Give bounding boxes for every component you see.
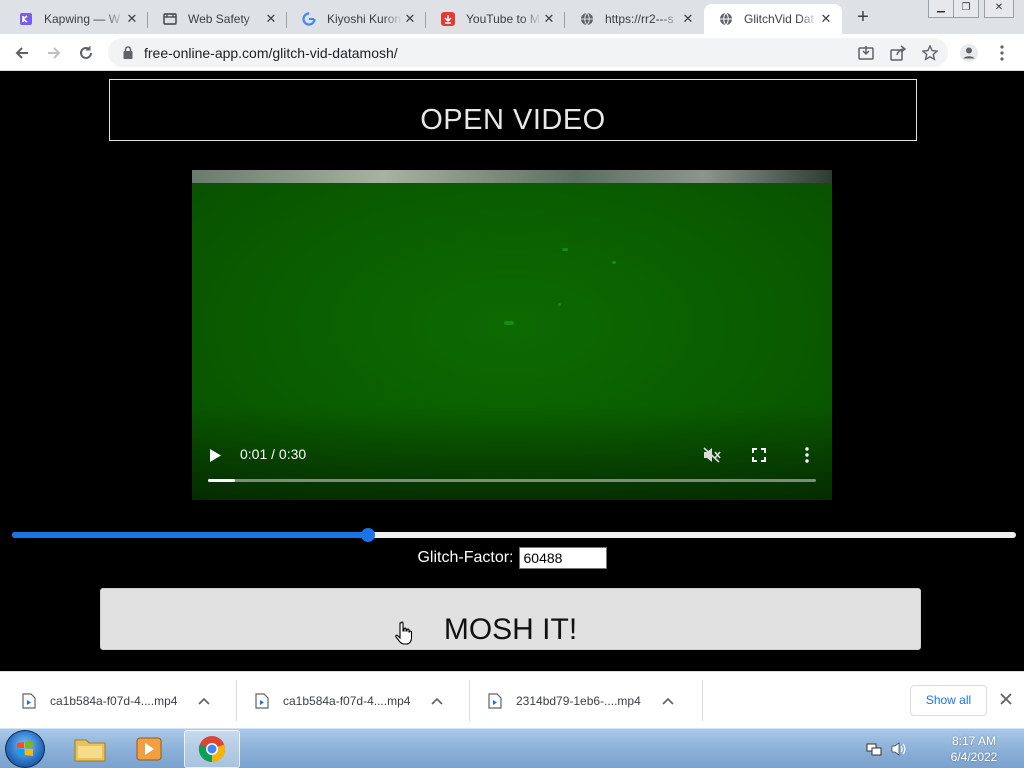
- volume-icon[interactable]: [891, 741, 907, 757]
- tab-strip: Kapwing — W ✕ Web Safety ✕ Kiyoshi Kuron…: [0, 0, 1024, 34]
- download-item[interactable]: ca1b584a-f07d-4....mp4: [22, 672, 211, 729]
- windows-logo-icon: [17, 741, 33, 756]
- video-player[interactable]: 0:01 / 0:30: [192, 170, 832, 500]
- download-icon: [440, 11, 456, 27]
- media-player-icon[interactable]: [121, 730, 177, 768]
- taskbar-clock[interactable]: 8:17 AM 6/4/2022: [940, 733, 1008, 765]
- profile-avatar-icon[interactable]: [959, 43, 979, 63]
- video-progress-bar[interactable]: [208, 479, 816, 482]
- tab-label: GlitchVid Dat: [744, 12, 814, 26]
- download-filename: 2314bd79-1eb6-....mp4: [516, 693, 641, 708]
- browser-toolbar: free-online-app.com/glitch-vid-datamosh/: [0, 34, 1024, 71]
- fullscreen-icon[interactable]: [751, 447, 767, 463]
- video-file-icon: [488, 692, 502, 709]
- chevron-up-icon[interactable]: [430, 694, 444, 708]
- close-icon[interactable]: ✕: [680, 11, 696, 27]
- web-safety-icon: [162, 11, 178, 27]
- download-item[interactable]: 2314bd79-1eb6-....mp4: [488, 672, 675, 729]
- file-explorer-icon[interactable]: [62, 730, 118, 768]
- network-icon[interactable]: [866, 741, 882, 757]
- glitch-factor-label: Glitch-Factor:: [417, 549, 514, 566]
- video-file-icon: [22, 692, 36, 709]
- tab-label: YouTube to M: [466, 12, 540, 26]
- tab-kapwing[interactable]: Kapwing — W ✕: [4, 4, 148, 34]
- hand-cursor-icon: [395, 621, 413, 645]
- mute-icon[interactable]: [702, 446, 722, 464]
- forward-arrow-icon: [48, 47, 61, 59]
- tab-label: https://rr2---s: [605, 12, 674, 26]
- kapwing-icon: [18, 11, 34, 27]
- download-filename: ca1b584a-f07d-4....mp4: [283, 693, 411, 708]
- video-frame-strip: [192, 170, 832, 183]
- close-icon[interactable]: ✕: [541, 11, 557, 27]
- install-icon[interactable]: [856, 43, 876, 63]
- start-button[interactable]: [5, 730, 45, 768]
- chrome-taskbar-icon[interactable]: [184, 730, 240, 768]
- tab-label: Kiyoshi Kuron: [327, 12, 402, 26]
- bookmark-star-icon[interactable]: [920, 43, 940, 63]
- tab-glitchvid[interactable]: GlitchVid Dat ✕: [704, 4, 842, 34]
- download-filename: ca1b584a-f07d-4....mp4: [50, 693, 178, 708]
- globe-icon: [718, 11, 734, 27]
- video-file-icon: [255, 692, 269, 709]
- share-icon[interactable]: [888, 43, 908, 63]
- glitch-slider-fill: [12, 532, 369, 538]
- close-shelf-icon[interactable]: [997, 690, 1015, 708]
- video-progress-fill: [208, 479, 236, 482]
- tab-youtube-to-mp[interactable]: YouTube to M ✕: [426, 4, 565, 34]
- play-icon[interactable]: [208, 447, 222, 463]
- clock-date: 6/4/2022: [950, 750, 998, 764]
- lock-icon[interactable]: [120, 45, 136, 61]
- reload-icon: [80, 46, 92, 59]
- reload-button[interactable]: [75, 42, 97, 64]
- page-content: OPEN VIDEO 0:01 / 0:30 Glitch-Factor: 60…: [0, 71, 1024, 671]
- video-more-icon[interactable]: [801, 447, 813, 463]
- video-time: 0:01 / 0:30: [240, 446, 307, 462]
- address-bar[interactable]: free-online-app.com/glitch-vid-datamosh/: [108, 38, 948, 67]
- download-shelf: ca1b584a-f07d-4....mp4 ca1b584a-f07d-4..…: [0, 671, 1024, 728]
- windows-taskbar: 8:17 AM 6/4/2022: [0, 728, 1024, 768]
- google-icon: [301, 11, 317, 27]
- tab-label: Kapwing — W: [44, 12, 121, 26]
- new-tab-button[interactable]: +: [853, 7, 873, 27]
- clock-time: 8:17 AM: [951, 734, 997, 748]
- mosh-it-button[interactable]: MOSH IT!: [100, 588, 921, 650]
- glitch-factor-slider[interactable]: [12, 532, 1016, 538]
- close-icon[interactable]: ✕: [263, 11, 279, 27]
- close-icon[interactable]: ✕: [402, 11, 418, 27]
- glitch-factor-input[interactable]: [518, 547, 607, 569]
- close-window-button[interactable]: ✕: [984, 0, 1014, 18]
- globe-icon: [579, 11, 595, 27]
- tab-web-safety[interactable]: Web Safety ✕: [148, 4, 287, 34]
- tab-label: Web Safety: [188, 12, 250, 26]
- more-menu-icon[interactable]: [992, 43, 1012, 63]
- back-arrow-icon: [15, 47, 28, 59]
- chevron-up-icon[interactable]: [197, 694, 211, 708]
- url-text: free-online-app.com/glitch-vid-datamosh/: [144, 44, 398, 61]
- minimize-button[interactable]: ▁: [928, 0, 954, 18]
- show-all-button[interactable]: Show all: [910, 685, 987, 716]
- download-item[interactable]: ca1b584a-f07d-4....mp4: [255, 672, 444, 729]
- tab-rr2[interactable]: https://rr2---s ✕: [565, 4, 704, 34]
- chevron-up-icon[interactable]: [661, 694, 675, 708]
- close-icon[interactable]: ✕: [818, 11, 834, 27]
- forward-button[interactable]: [43, 42, 65, 64]
- open-video-button[interactable]: OPEN VIDEO: [109, 79, 917, 141]
- restore-button[interactable]: ❐: [953, 0, 979, 18]
- glitch-factor-row: Glitch-Factor:: [0, 547, 1024, 569]
- glitch-slider-thumb[interactable]: [361, 528, 376, 542]
- back-button[interactable]: [11, 42, 33, 64]
- tab-kiyoshi[interactable]: Kiyoshi Kuron ✕: [287, 4, 426, 34]
- close-icon[interactable]: ✕: [124, 11, 140, 27]
